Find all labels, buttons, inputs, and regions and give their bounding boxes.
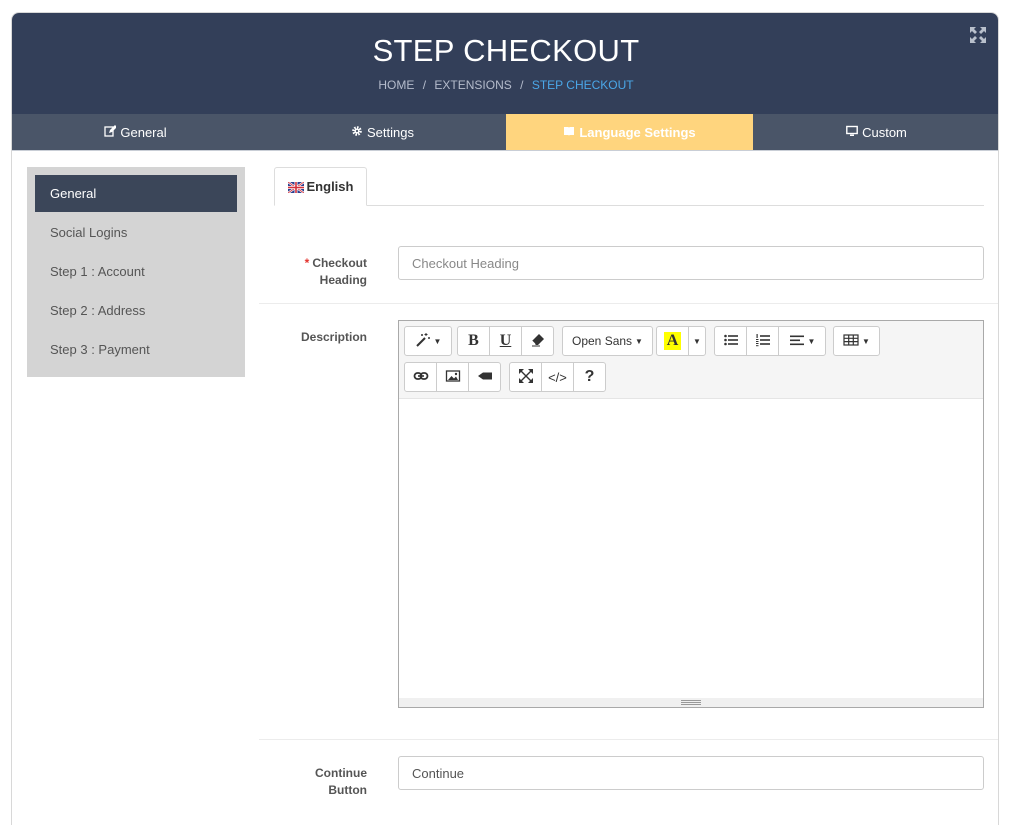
- monitor-icon: [846, 125, 858, 140]
- checkout-heading-label-line1: Checkout: [312, 256, 367, 270]
- code-view-button[interactable]: </>: [541, 362, 574, 392]
- tab-custom[interactable]: Custom: [753, 114, 998, 150]
- paragraph-align-button[interactable]: ▼: [778, 326, 826, 356]
- main-tabs: General Settings Language Settings Custo…: [12, 114, 998, 151]
- table-group: ▼: [833, 326, 880, 356]
- tab-english[interactable]: English: [274, 167, 367, 206]
- description-editor: ▼ B U Open Sans ▼ A ▼ ▼ ▼ </> ?: [398, 320, 984, 708]
- sidebar-item-social-logins[interactable]: Social Logins: [35, 214, 237, 253]
- recent-color-button[interactable]: A: [656, 326, 689, 356]
- sidebar-item-step-1-account[interactable]: Step 1 : Account: [35, 253, 237, 292]
- expand-icon: [518, 368, 534, 387]
- required-mark: *: [304, 256, 310, 270]
- bold-icon: B: [468, 332, 479, 349]
- tab-custom-label: Custom: [862, 124, 907, 140]
- clear-format-button[interactable]: [521, 326, 554, 356]
- font-family-dropdown[interactable]: Open Sans ▼: [562, 326, 653, 356]
- caret-down-icon: ▼: [635, 336, 643, 346]
- help-button[interactable]: ?: [573, 362, 606, 392]
- uk-flag-icon: [286, 181, 305, 194]
- align-left-icon: [789, 332, 805, 351]
- breadcrumb-separator: /: [422, 78, 427, 92]
- magic-style-button[interactable]: ▼: [404, 326, 452, 356]
- caret-down-icon: ▼: [807, 336, 816, 346]
- breadcrumb: HOME / EXTENSIONS / STEP CHECKOUT: [12, 78, 998, 92]
- page-title: STEP CHECKOUT: [372, 33, 640, 68]
- sidebar: General Social Logins Step 1 : Account S…: [27, 167, 245, 377]
- font-family-value: Open Sans: [572, 334, 633, 348]
- breadcrumb-home[interactable]: HOME: [378, 78, 414, 92]
- fullscreen-icon[interactable]: [969, 26, 987, 44]
- color-dropdown-button[interactable]: ▼: [688, 326, 706, 356]
- numbered-list-icon: [755, 332, 771, 351]
- video-icon: [477, 368, 493, 387]
- caret-down-icon: ▼: [433, 336, 442, 346]
- insert-picture-button[interactable]: [436, 362, 469, 392]
- color-group: A ▼: [656, 326, 706, 356]
- tab-settings[interactable]: Settings: [259, 114, 506, 150]
- eraser-icon: [530, 332, 546, 351]
- page-header: STEP CHECKOUT HOME / EXTENSIONS / STEP C…: [12, 13, 998, 114]
- tab-language-settings-label: Language Settings: [579, 124, 696, 140]
- fullscreen-button[interactable]: [509, 362, 542, 392]
- form-divider: [259, 739, 998, 740]
- checkout-heading-input[interactable]: [398, 246, 984, 280]
- ordered-list-button[interactable]: [746, 326, 779, 356]
- font-group: Open Sans ▼: [562, 326, 653, 356]
- main-panel: STEP CHECKOUT HOME / EXTENSIONS / STEP C…: [11, 12, 999, 825]
- view-group: </> ?: [509, 362, 606, 392]
- insert-link-button[interactable]: [404, 362, 437, 392]
- form-divider: [259, 303, 998, 304]
- insert-group: [404, 362, 501, 392]
- tab-language-settings[interactable]: Language Settings: [506, 114, 753, 150]
- caret-down-icon: ▼: [862, 336, 870, 346]
- tab-general[interactable]: General: [12, 114, 259, 150]
- grip-icon: [681, 700, 701, 705]
- continue-button-input[interactable]: [398, 756, 984, 790]
- picture-icon: [445, 368, 461, 387]
- description-label: Description: [300, 330, 367, 344]
- paragraph-group: ▼: [714, 326, 826, 356]
- tab-settings-label: Settings: [367, 124, 414, 140]
- style-group: ▼: [404, 326, 452, 356]
- sidebar-item-step-3-payment[interactable]: Step 3 : Payment: [35, 331, 237, 370]
- magic-wand-icon: [415, 332, 431, 351]
- editor-resize-handle[interactable]: [399, 698, 983, 707]
- tab-english-label: English: [306, 179, 354, 194]
- checkout-heading-label-line2: Heading: [319, 273, 367, 287]
- continue-button-label-line2: Button: [328, 783, 367, 797]
- table-icon: [843, 332, 859, 351]
- unordered-list-button[interactable]: [714, 326, 747, 356]
- gear-icon: [351, 125, 363, 140]
- continue-button-label: Continue Button: [257, 765, 367, 799]
- text-color-icon: A: [663, 332, 682, 350]
- caret-down-icon: ▼: [693, 336, 701, 346]
- table-button[interactable]: ▼: [833, 326, 880, 356]
- bold-button[interactable]: B: [457, 326, 490, 356]
- sidebar-item-general[interactable]: General: [35, 175, 237, 212]
- link-icon: [413, 368, 429, 387]
- underline-button[interactable]: U: [489, 326, 522, 356]
- breadcrumb-current: STEP CHECKOUT: [531, 78, 634, 92]
- insert-video-button[interactable]: [468, 362, 501, 392]
- code-icon: </>: [548, 369, 567, 385]
- sidebar-item-step-2-address[interactable]: Step 2 : Address: [35, 292, 237, 331]
- help-icon: ?: [584, 368, 595, 385]
- editor-content-area[interactable]: [399, 399, 983, 698]
- checkout-heading-label: * Checkout Heading: [257, 255, 367, 289]
- edit-icon: [104, 124, 118, 140]
- breadcrumb-separator: /: [520, 78, 524, 92]
- book-icon: [563, 125, 575, 140]
- format-group: B U: [457, 326, 554, 356]
- continue-button-label-line1: Continue: [315, 766, 367, 780]
- underline-icon: U: [499, 332, 512, 349]
- language-tabs: English: [274, 167, 984, 206]
- breadcrumb-extensions[interactable]: EXTENSIONS: [434, 78, 511, 92]
- bullet-list-icon: [723, 332, 739, 351]
- editor-toolbar: ▼ B U Open Sans ▼ A ▼ ▼ ▼ </> ?: [399, 321, 983, 399]
- tab-general-label: General: [120, 124, 167, 140]
